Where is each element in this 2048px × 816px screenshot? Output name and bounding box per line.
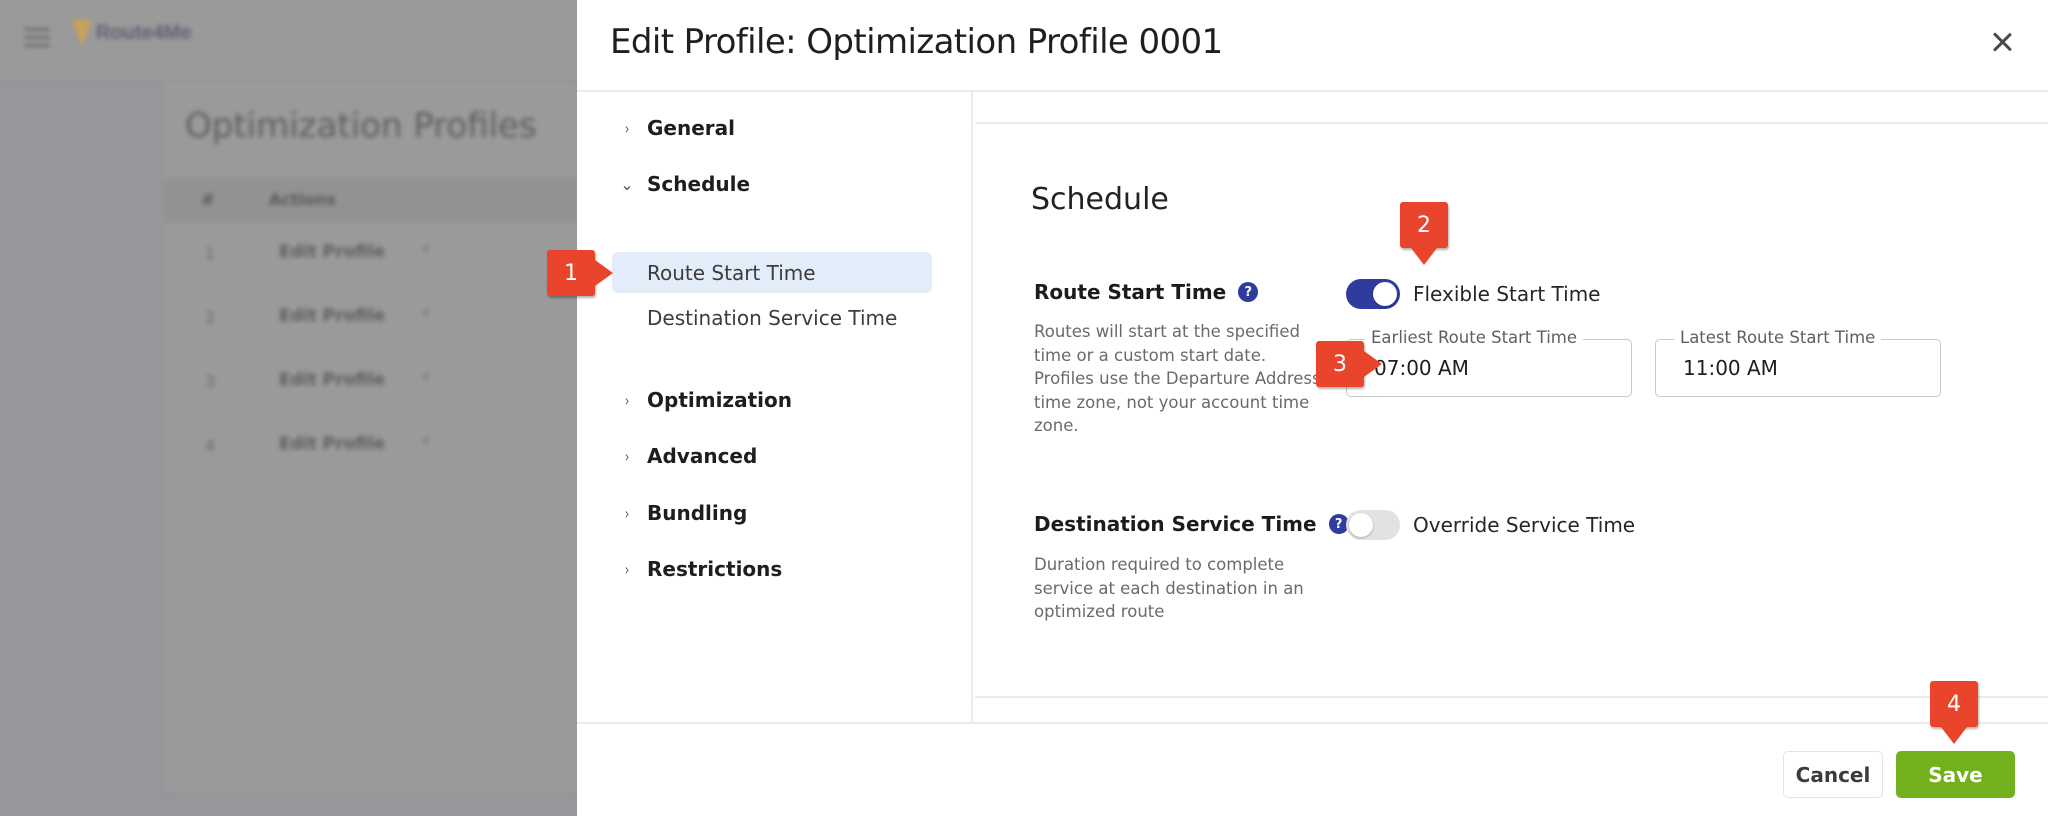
flexible-start-time-toggle[interactable]: Flexible Start Time [1346, 279, 1600, 309]
hamburger-menu-icon [24, 28, 50, 48]
chevron-right-icon: › [624, 559, 630, 579]
toggle-knob [1373, 282, 1397, 306]
nav-group-label: Advanced [647, 444, 758, 468]
latest-route-start-time-input[interactable]: Latest Route Start Time 11:00 AM [1655, 328, 1941, 397]
row-action-link: Edit Profile [279, 370, 386, 390]
profile-settings-nav: › General ⌄ Schedule Route Start Time De… [577, 92, 973, 722]
nav-group-optimization[interactable]: › Optimization [617, 388, 792, 412]
divider [975, 92, 2048, 124]
section-title: Schedule [1031, 182, 1169, 217]
nav-item-route-start-time[interactable]: Route Start Time [612, 252, 932, 293]
nav-item-label: Destination Service Time [647, 305, 898, 330]
step-marker-4: 4 [1930, 681, 1978, 727]
chevron-right-icon: › [624, 390, 630, 410]
field-label-text: Destination Service Time [1034, 512, 1317, 536]
divider [975, 696, 2048, 722]
save-button[interactable]: Save [1896, 751, 2015, 798]
nav-group-label: Bundling [647, 501, 748, 525]
input-label: Latest Route Start Time [1674, 328, 1882, 347]
background-table-header: # Actions [165, 178, 577, 222]
nav-item-destination-service-time[interactable]: Destination Service Time [612, 297, 932, 338]
modal-footer: Cancel Save [577, 722, 2048, 816]
row-number: 4 [205, 436, 216, 455]
chevron-down-icon: ▾ [423, 370, 430, 385]
modal-header: Edit Profile: Optimization Profile 0001 [577, 0, 2048, 92]
background-topbar: Route4Me [0, 0, 577, 82]
step-marker-1: 1 [547, 250, 595, 296]
step-marker-2: 2 [1400, 202, 1448, 248]
logo-mark-icon [72, 20, 92, 46]
step-marker-3: 3 [1316, 341, 1364, 387]
input-label: Earliest Route Start Time [1365, 328, 1584, 347]
nav-group-advanced[interactable]: › Advanced [617, 444, 758, 468]
table-row: 4 Edit Profile ▾ [165, 414, 577, 478]
input-value: 07:00 AM [1374, 356, 1469, 380]
chevron-down-icon: ⌄ [620, 174, 634, 194]
destination-service-time-description: Duration required to complete service at… [1034, 555, 1304, 621]
chevron-right-icon: › [624, 118, 630, 138]
logo-text: Route4Me [96, 21, 192, 44]
chevron-right-icon: › [624, 446, 630, 466]
edit-profile-modal: Edit Profile: Optimization Profile 0001 … [577, 0, 2048, 816]
chevron-down-icon: ▾ [423, 434, 430, 449]
nav-group-label: Optimization [647, 388, 792, 412]
chevron-right-icon: › [624, 503, 630, 523]
nav-group-bundling[interactable]: › Bundling [617, 501, 748, 525]
schedule-settings-panel: Schedule Route Start Time ? Routes will … [975, 92, 2048, 722]
nav-group-label: General [647, 116, 735, 140]
background-app: Route4Me Optimization Profiles # Actions… [0, 0, 577, 816]
column-header-actions: Actions [269, 190, 336, 209]
nav-group-restrictions[interactable]: › Restrictions [617, 557, 783, 581]
route-start-time-label: Route Start Time ? [1034, 280, 1259, 304]
background-page-title: Optimization Profiles [185, 106, 537, 146]
table-row: 2 Edit Profile ▾ [165, 286, 577, 350]
cancel-button[interactable]: Cancel [1783, 751, 1883, 798]
row-action-link: Edit Profile [279, 434, 386, 454]
column-header-number: # [201, 190, 215, 209]
nav-group-general[interactable]: › General [617, 116, 735, 140]
nav-item-label: Route Start Time [647, 260, 816, 285]
table-row: 1 Edit Profile ▾ [165, 222, 577, 286]
table-row: 3 Edit Profile ▾ [165, 350, 577, 414]
row-number: 2 [205, 308, 216, 327]
toggle-label: Override Service Time [1413, 513, 1636, 537]
toggle-switch-on[interactable] [1346, 279, 1400, 309]
nav-group-schedule[interactable]: ⌄ Schedule [617, 172, 750, 196]
row-action-link: Edit Profile [279, 242, 386, 262]
override-service-time-toggle[interactable]: Override Service Time [1346, 510, 1635, 540]
background-panel: Optimization Profiles # Actions 1 Edit P… [165, 82, 577, 792]
toggle-switch-off[interactable] [1346, 510, 1400, 540]
toggle-label: Flexible Start Time [1413, 282, 1601, 306]
route-start-time-description: Routes will start at the specified time … [1034, 322, 1321, 435]
toggle-knob [1349, 513, 1373, 537]
nav-group-label: Restrictions [647, 557, 783, 581]
chevron-down-icon: ▾ [423, 242, 430, 257]
modal-title: Edit Profile: Optimization Profile 0001 [610, 22, 1223, 62]
field-label-text: Route Start Time [1034, 280, 1227, 304]
row-number: 3 [205, 372, 216, 391]
chevron-down-icon: ▾ [423, 306, 430, 321]
close-icon[interactable] [1988, 28, 2016, 56]
help-icon[interactable]: ? [1238, 282, 1259, 302]
earliest-route-start-time-input[interactable]: Earliest Route Start Time 07:00 AM [1346, 328, 1632, 397]
row-number: 1 [205, 244, 216, 263]
app-logo: Route4Me [72, 20, 192, 46]
row-action-link: Edit Profile [279, 306, 386, 326]
destination-service-time-label: Destination Service Time ? [1034, 512, 1349, 536]
input-value: 11:00 AM [1683, 356, 1778, 380]
nav-group-label: Schedule [647, 172, 751, 196]
